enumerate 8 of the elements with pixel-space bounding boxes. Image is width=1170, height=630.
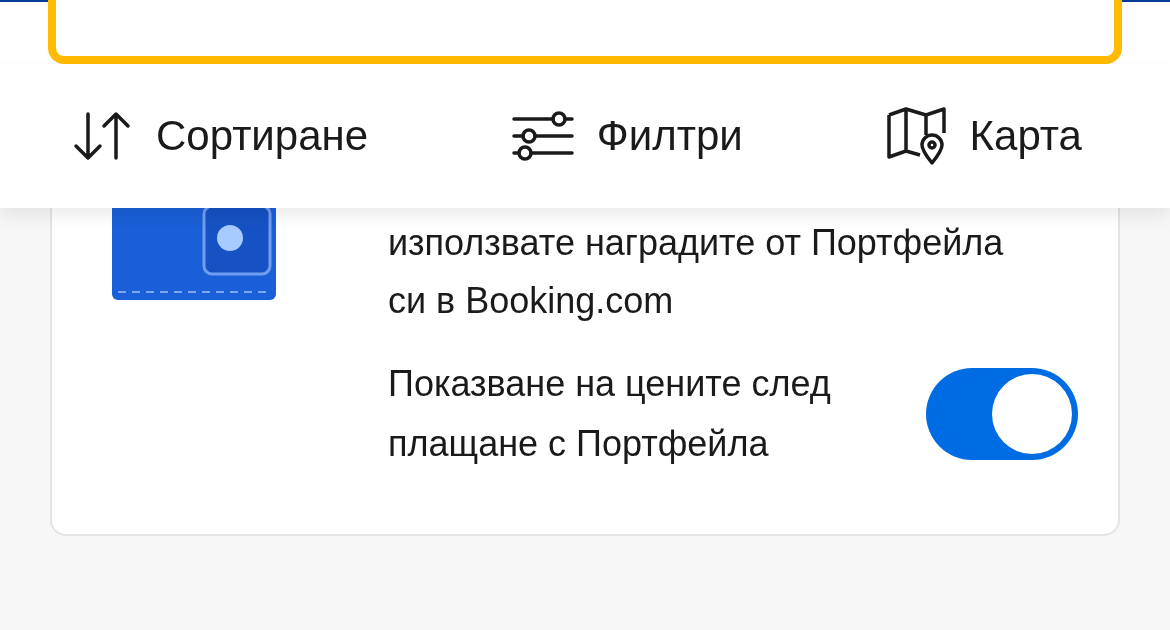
filter-icon: [510, 109, 575, 163]
search-field[interactable]: [48, 0, 1122, 64]
map-pin-icon: [885, 105, 948, 167]
toolbar-button[interactable]: Филтри: [510, 109, 743, 163]
wallet-description: използвате наградите от Портфейла си в Booking.com: [388, 221, 1005, 323]
toolbar-button[interactable]: Карта: [885, 105, 1082, 167]
toolbar-button[interactable]: Сортиране: [70, 110, 369, 162]
toggle-label: Показване на цените след плащане с Портфейла: [388, 362, 832, 466]
